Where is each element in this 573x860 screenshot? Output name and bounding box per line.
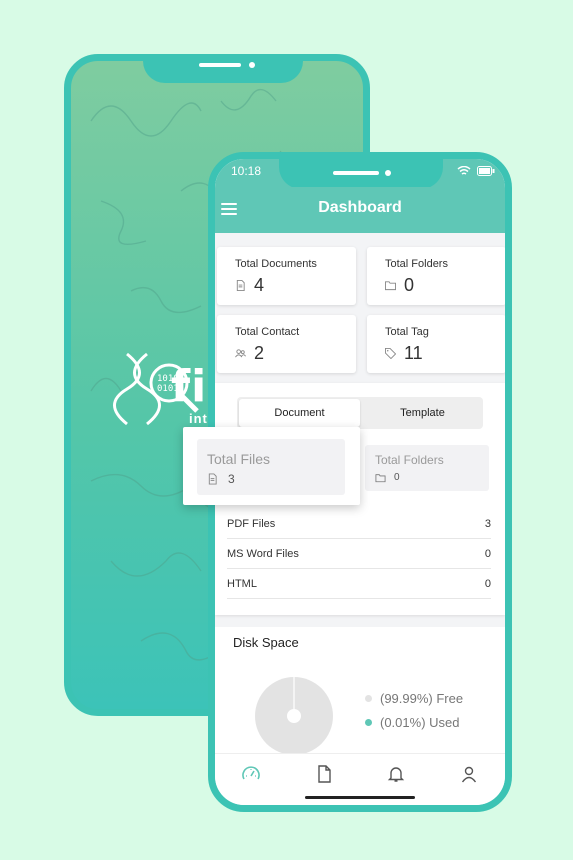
stat-card-total-tag[interactable]: Total Tag 11 xyxy=(367,315,505,373)
legend-dot xyxy=(365,719,372,726)
pie-center xyxy=(287,709,301,723)
legend-used: (0.01%) Used xyxy=(365,715,463,730)
user-icon[interactable] xyxy=(459,764,479,784)
contacts-icon xyxy=(235,349,246,358)
disk-space-panel: Disk Space (99.99%) Free (0.01%) Used xyxy=(215,627,505,767)
stat-label: Total Tag xyxy=(385,326,429,338)
file-type-list: PDF Files 3 MS Word Files 0 HTML 0 xyxy=(227,509,491,599)
document-icon xyxy=(208,473,217,485)
file-type-label: PDF Files xyxy=(227,517,276,530)
disk-legend: (99.99%) Free (0.01%) Used xyxy=(365,691,463,739)
list-item[interactable]: MS Word Files 0 xyxy=(227,539,491,569)
disk-space-title: Disk Space xyxy=(233,635,299,650)
legend-dot xyxy=(365,695,372,702)
stat-value: 2 xyxy=(254,343,265,363)
file-type-count: 0 xyxy=(484,577,491,590)
camera xyxy=(249,62,255,68)
front-notch xyxy=(279,159,443,189)
stat-value-row: 11 xyxy=(385,343,423,364)
list-item[interactable]: PDF Files 3 xyxy=(227,509,491,539)
disk-usage-pie xyxy=(255,677,333,755)
app-header: Dashboard xyxy=(215,187,505,233)
bell-icon[interactable] xyxy=(386,764,406,784)
tag-icon xyxy=(385,348,396,359)
stat-value-row: 2 xyxy=(235,343,264,364)
card-value: 3 xyxy=(228,472,235,486)
status-time: 10:18 xyxy=(231,164,262,178)
home-indicator xyxy=(305,796,415,799)
tab-template[interactable]: Template xyxy=(362,397,483,429)
stat-label: Total Contact xyxy=(235,326,300,338)
legend-text: (0.01%) Used xyxy=(380,715,460,730)
card-label: Total Folders xyxy=(375,453,444,467)
stat-value: 4 xyxy=(254,275,265,295)
status-icons xyxy=(457,166,495,176)
stat-value-row: 0 xyxy=(385,275,414,296)
splash-notch xyxy=(143,61,303,83)
card-value-row: 0 xyxy=(375,472,400,483)
legend-text: (99.99%) Free xyxy=(380,691,464,706)
list-item[interactable]: HTML 0 xyxy=(227,569,491,599)
file-type-label: HTML xyxy=(227,577,257,590)
stat-value-row: 4 xyxy=(235,275,264,296)
file-type-count: 0 xyxy=(484,547,491,560)
document-icon xyxy=(236,280,245,291)
card-value: 0 xyxy=(394,472,400,483)
dashboard-gauge-icon[interactable] xyxy=(241,764,261,784)
stat-card-total-documents[interactable]: Total Documents 4 xyxy=(217,247,356,305)
card-label: Total Files xyxy=(207,451,271,467)
battery-icon xyxy=(477,166,495,176)
tab-document[interactable]: Document xyxy=(239,399,360,427)
total-folders-card[interactable]: Total Folders 0 xyxy=(365,445,489,491)
total-files-card: Total Files 3 xyxy=(197,439,345,495)
stat-label: Total Documents xyxy=(235,258,317,270)
card-value-row: 3 xyxy=(207,472,235,486)
file-type-count: 3 xyxy=(484,517,491,530)
camera xyxy=(385,170,391,176)
wifi-icon xyxy=(457,166,471,175)
folder-icon xyxy=(385,281,396,291)
stat-card-total-folders[interactable]: Total Folders 0 xyxy=(367,247,505,305)
tab-bar: Document Template xyxy=(237,397,483,429)
stat-card-total-contact[interactable]: Total Contact 2 xyxy=(217,315,356,373)
page-title: Dashboard xyxy=(318,199,402,216)
legend-free: (99.99%) Free xyxy=(365,691,463,706)
total-files-popup[interactable]: Total Files 3 xyxy=(183,427,360,505)
stat-label: Total Folders xyxy=(385,258,448,270)
speaker xyxy=(199,63,241,67)
speaker xyxy=(333,171,379,175)
stat-value: 0 xyxy=(404,275,415,295)
document-icon[interactable] xyxy=(314,764,334,784)
folder-icon xyxy=(375,473,386,482)
file-type-label: MS Word Files xyxy=(227,547,299,560)
stat-value: 11 xyxy=(404,343,423,363)
